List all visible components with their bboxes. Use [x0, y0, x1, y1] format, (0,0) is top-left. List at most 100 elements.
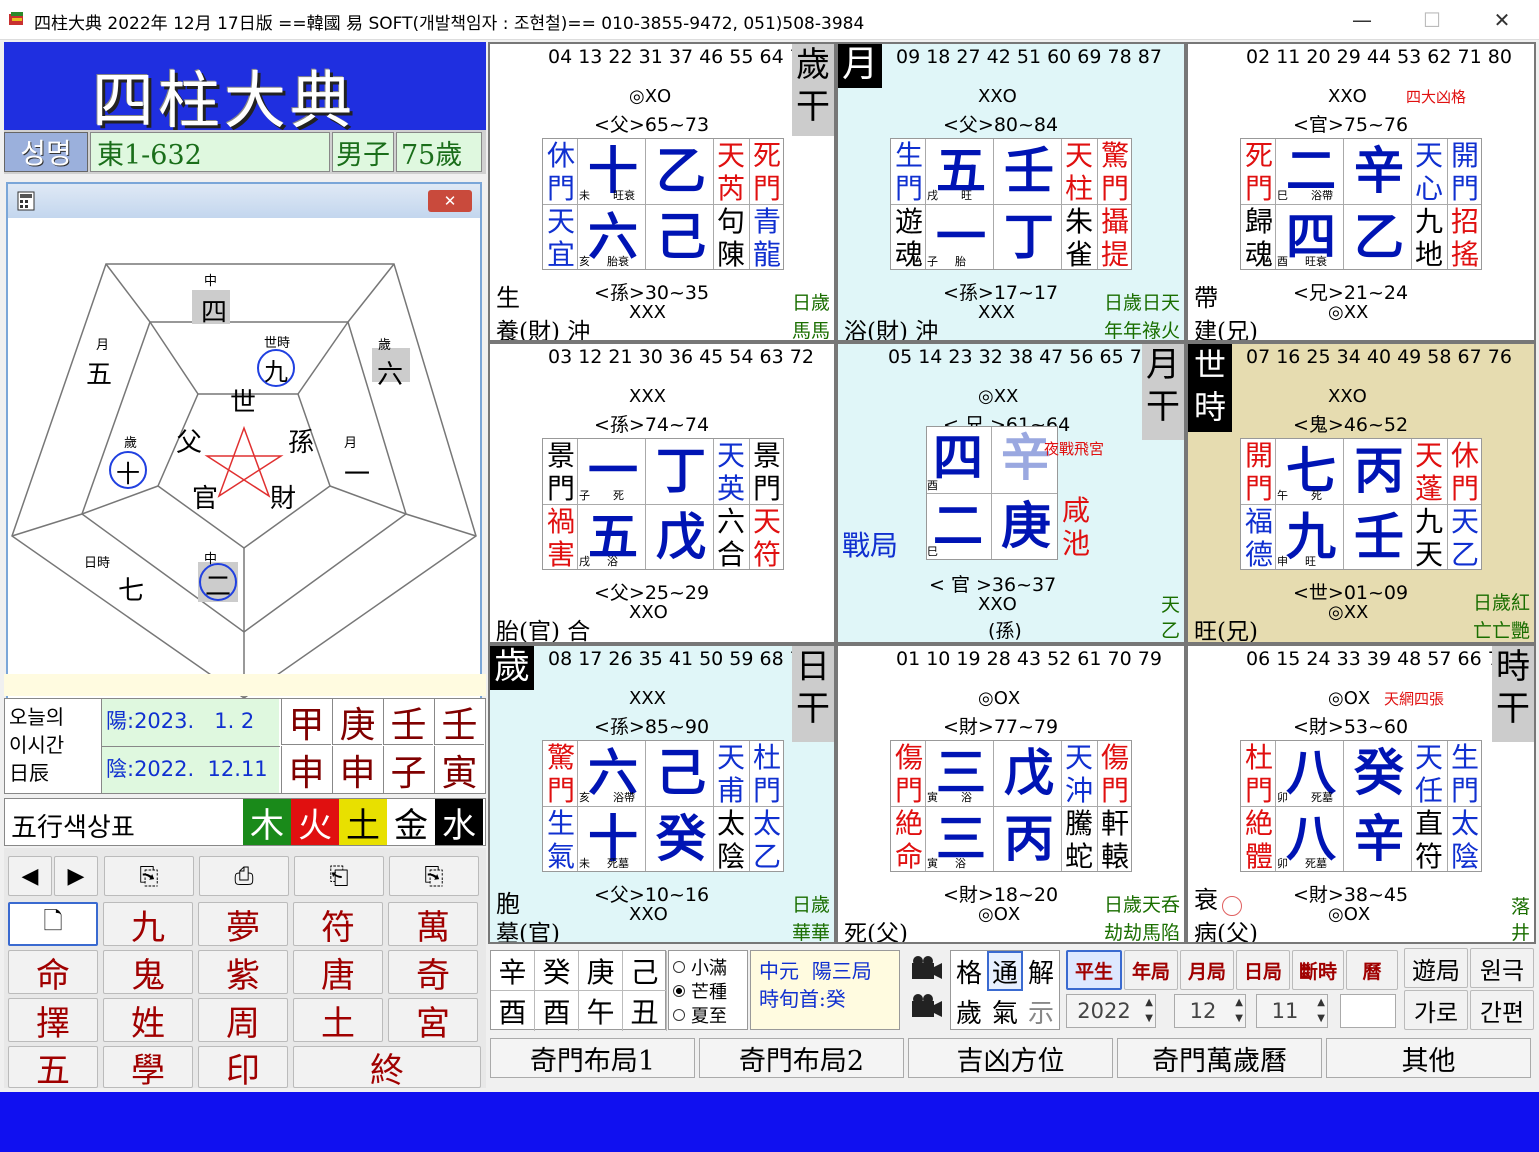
palace-relation-bottom: <兄>21~24 — [1293, 282, 1409, 304]
radio-button[interactable] — [673, 961, 685, 973]
right-bottom-button-0[interactable]: 가로 — [1404, 990, 1468, 1030]
right-top-button-1[interactable]: 원극 — [1470, 948, 1534, 988]
year-up[interactable]: ▲ — [1145, 997, 1153, 1008]
mode-button-1[interactable]: 年局 — [1124, 950, 1178, 990]
palace-relation-bottom: <世>01~09 — [1293, 582, 1409, 604]
right-bottom-button-1[interactable]: 간편 — [1470, 990, 1534, 1030]
tab-button-3[interactable]: 奇門萬歲曆 — [1117, 1038, 1322, 1078]
month-up[interactable]: ▲ — [1235, 997, 1243, 1008]
tab-button-1[interactable]: 奇門布局2 — [699, 1038, 904, 1078]
palace-numbers: 01 10 19 28 43 52 61 70 79 — [896, 648, 1162, 670]
pillar-branch[interactable]: 酉 — [491, 991, 535, 1031]
ghost-button[interactable]: 鬼 — [103, 950, 193, 996]
option-top[interactable]: 格 — [951, 951, 987, 991]
tab-button-4[interactable]: 其他 — [1326, 1038, 1531, 1078]
day-down[interactable]: ▼ — [1317, 1013, 1325, 1024]
mode-button-4[interactable]: 斷時 — [1292, 950, 1344, 990]
export-icon-button[interactable]: ⎗ — [294, 856, 384, 896]
close-button[interactable]: ✕ — [1482, 6, 1522, 34]
term-radio-row[interactable]: 小滿 — [673, 955, 727, 979]
minimize-button[interactable]: — — [1342, 6, 1382, 34]
mode-button-2[interactable]: 月局 — [1180, 950, 1234, 990]
earth-button[interactable]: 土 — [293, 998, 383, 1044]
term-radio-row[interactable]: 夏至 — [673, 1003, 727, 1027]
gender-field[interactable]: 男子 — [332, 132, 394, 172]
god-bottom: 太陰 — [717, 807, 746, 873]
save-icon-button[interactable]: ⎘ — [104, 856, 194, 896]
age-field[interactable]: 75歲 — [396, 132, 482, 172]
corner-label: 世時 — [1188, 344, 1232, 432]
mode-button-0[interactable]: 平生 — [1066, 950, 1122, 990]
palace-numbers: 08 17 26 35 41 50 59 68 77 — [548, 648, 814, 670]
pillar-branch[interactable]: 午 — [579, 991, 623, 1031]
door-bottom: 禍害 — [547, 505, 576, 571]
camera-icon[interactable] — [908, 954, 944, 984]
maximize-button[interactable]: ☐ — [1412, 6, 1452, 34]
next-button[interactable]: ▶ — [54, 856, 98, 896]
month-value[interactable]: 12 — [1175, 999, 1231, 1023]
year-value[interactable]: 2022 — [1067, 999, 1141, 1023]
term-label: 夏至 — [691, 1006, 727, 1027]
ten-thousand-button[interactable]: 萬 — [388, 902, 478, 948]
palace-5: 05 14 23 32 38 47 56 65 74 ◎ⅩⅩ < 兄 >61~64 四… — [836, 342, 1186, 644]
option-bottom[interactable]: 氣 — [987, 991, 1023, 1031]
camera-icon-2[interactable] — [908, 992, 944, 1022]
month-down[interactable]: ▼ — [1235, 1013, 1243, 1024]
ju-box: 中元 陽三局 時旬首:癸 — [750, 950, 900, 1030]
palace-button[interactable]: 宮 — [388, 998, 478, 1044]
zhou-button[interactable]: 周 — [198, 998, 288, 1044]
mode-button-5[interactable]: 曆 — [1346, 950, 1398, 990]
pillar-branch[interactable]: 酉 — [535, 991, 579, 1031]
seal-button[interactable]: 印 — [198, 1046, 288, 1091]
tang-button[interactable]: 唐 — [293, 950, 383, 996]
open-icon-button[interactable]: ⎘ — [389, 856, 479, 896]
end-button[interactable]: 終 — [293, 1046, 481, 1091]
new-button[interactable]: 🗋 — [8, 902, 98, 946]
dream-button[interactable]: 夢 — [198, 902, 288, 948]
fate-button[interactable]: 命 — [8, 950, 98, 996]
option-bottom[interactable]: 歲 — [951, 991, 987, 1031]
mode-button-3[interactable]: 日局 — [1236, 950, 1290, 990]
title-bar: 四柱大典 2022年 12月 17日版 ==韓國 易 SOFT(개발책임자 : … — [0, 0, 1539, 40]
purple-button[interactable]: 紫 — [198, 950, 288, 996]
option-top[interactable]: 解 — [1023, 951, 1059, 991]
radio-button[interactable] — [673, 985, 685, 997]
option-top[interactable]: 通 — [987, 951, 1023, 991]
prev-button[interactable]: ◀ — [8, 856, 52, 896]
option-bottom[interactable]: 示 — [1023, 991, 1059, 1031]
pillar-branch[interactable]: 丑 — [623, 991, 667, 1031]
name-field[interactable]: 東1-632 — [90, 132, 330, 172]
strange-button[interactable]: 奇 — [388, 950, 478, 996]
day-up[interactable]: ▲ — [1317, 997, 1325, 1008]
year-spinner[interactable]: 2022 ▲ ▼ — [1066, 994, 1156, 1028]
month-spinner[interactable]: 12 ▲ ▼ — [1174, 994, 1246, 1028]
radio-button[interactable] — [673, 1009, 685, 1021]
extra-field[interactable] — [1340, 994, 1396, 1028]
pillar-stem[interactable]: 辛 — [491, 951, 535, 991]
day-spinner[interactable]: 11 ▲ ▼ — [1256, 994, 1328, 1028]
select-button[interactable]: 擇 — [8, 998, 98, 1044]
tab-button-2[interactable]: 吉凶方位 — [908, 1038, 1113, 1078]
stem-big_br: 戊 — [656, 507, 706, 566]
study-button[interactable]: 學 — [103, 1046, 193, 1091]
right-top-button-0[interactable]: 遊局 — [1404, 948, 1468, 988]
palace-relation-bottom: <孫>30~35 — [594, 282, 710, 304]
pillar-stem[interactable]: 己 — [623, 951, 667, 991]
popup-header[interactable]: ✕ — [8, 184, 480, 218]
stem-big_br: 壬 — [1354, 507, 1404, 566]
five-button[interactable]: 五 — [8, 1046, 98, 1091]
surname-button[interactable]: 姓 — [103, 998, 193, 1044]
palace-symbols-bottom: ⅩⅩⅩ — [978, 302, 1015, 323]
god-bottom: 朱雀 — [1065, 205, 1094, 271]
print-icon-button[interactable]: ⎙ — [199, 856, 289, 896]
term-radio-row[interactable]: 芒種 — [673, 979, 727, 1003]
today-panel: 오늘의 이시간 日辰 陽:2023. 1. 2 陰:2022. 12.11 甲申… — [4, 698, 486, 794]
popup-close-button[interactable]: ✕ — [428, 190, 472, 212]
pillar-stem[interactable]: 庚 — [579, 951, 623, 991]
day-value[interactable]: 11 — [1257, 999, 1313, 1023]
tab-button-0[interactable]: 奇門布局1 — [490, 1038, 695, 1078]
nine-button[interactable]: 九 — [103, 902, 193, 948]
year-down[interactable]: ▼ — [1145, 1013, 1153, 1024]
talisman-button[interactable]: 符 — [293, 902, 383, 948]
pillar-stem[interactable]: 癸 — [535, 951, 579, 991]
